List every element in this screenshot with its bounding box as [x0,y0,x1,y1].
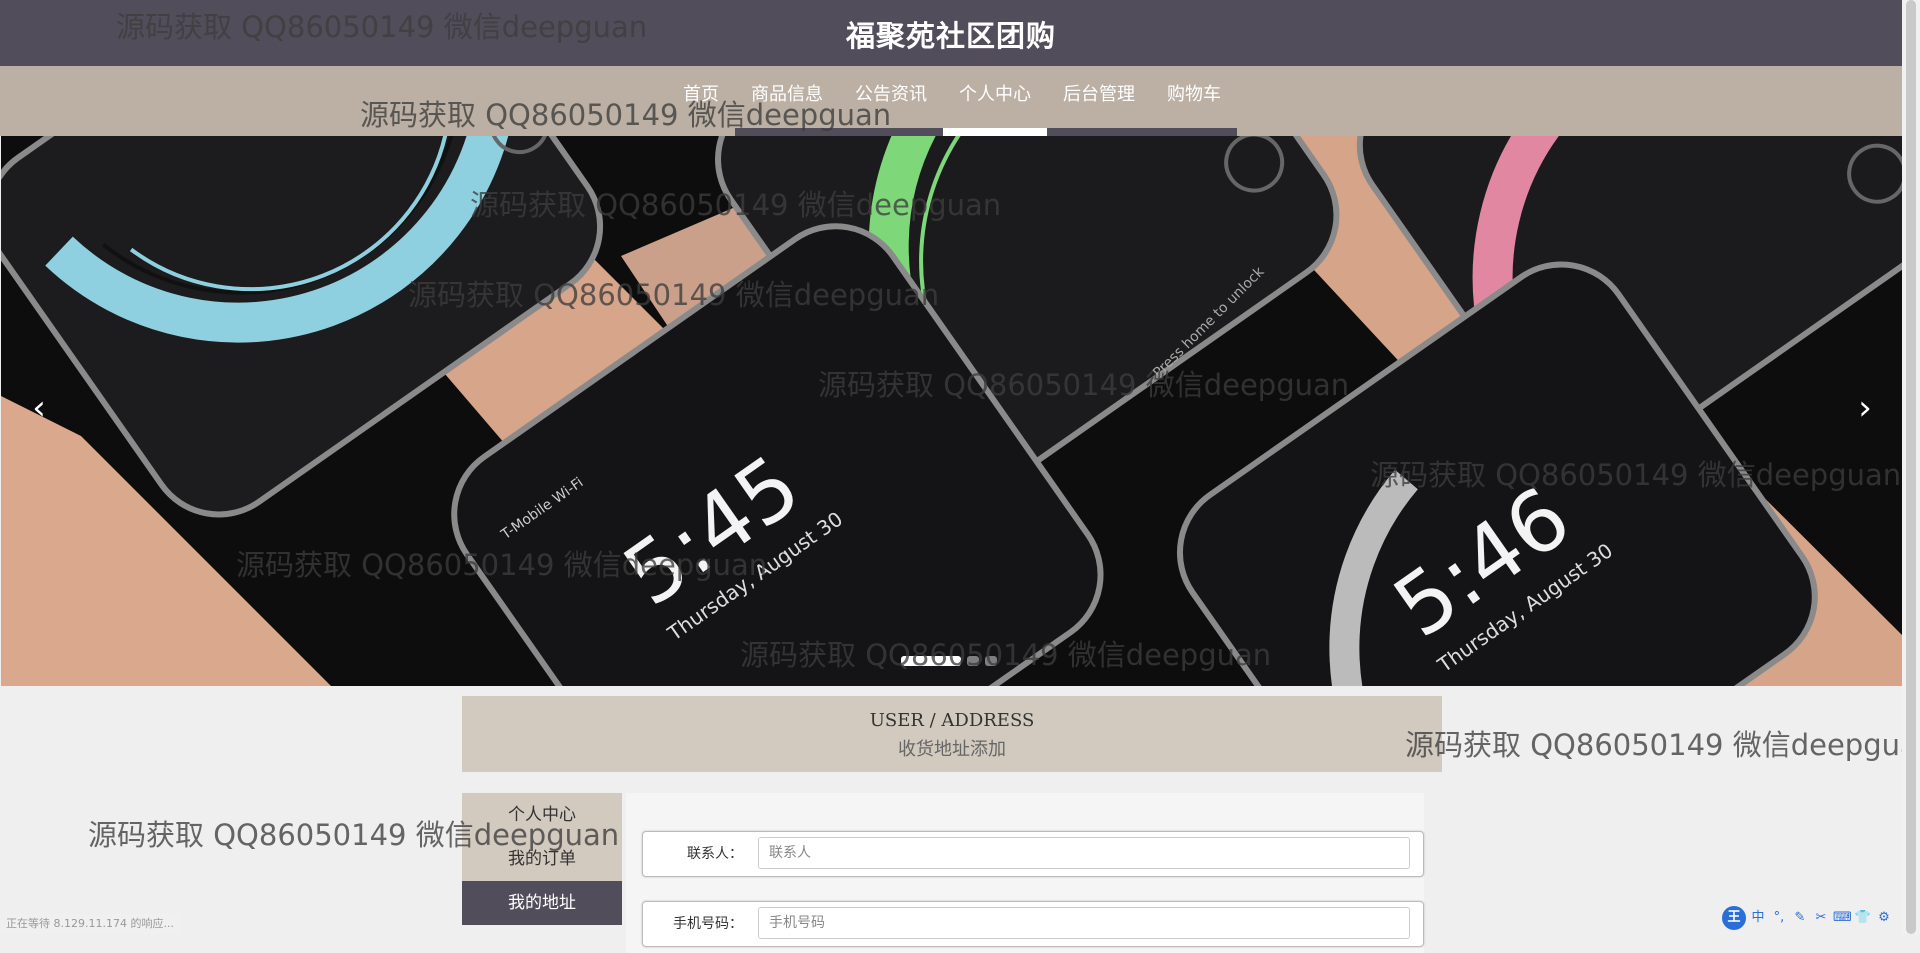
nav-item-news[interactable]: 公告资讯 [839,66,943,136]
contact-input[interactable] [758,837,1410,869]
chevron-left-icon: ‹ [32,388,46,428]
side-item-my-address[interactable]: 我的地址 [462,881,622,925]
browser-status-text: 正在等待 8.129.11.174 的响应... [0,914,180,934]
banner-carousel: 5:45 Thursday, August 30 T-Mobile Wi-Fi … [1,136,1903,686]
section-title-en: USER / ADDRESS [869,710,1035,731]
nav-item-admin[interactable]: 后台管理 [1047,66,1151,136]
carousel-prev-button[interactable]: ‹ [19,388,59,428]
main-nav: 首页 商品信息 公告资讯 个人中心 后台管理 购物车 [0,66,1902,136]
site-header: 福聚苑社区团购 [0,0,1902,66]
nav-item-home[interactable]: 首页 [667,66,735,136]
carousel-indicator-2[interactable] [967,656,979,666]
form-row-contact: 联系人： [642,831,1424,877]
ime-skin-icon[interactable]: 👕 [1854,909,1872,927]
carousel-indicator-3[interactable] [985,656,997,666]
carousel-next-button[interactable]: › [1845,388,1885,428]
ime-toolbar: 王 中 °, ✎ ✂ ⌨ 👕 ⚙ [1722,906,1893,930]
ime-scissors-icon[interactable]: ✂ [1812,909,1830,927]
address-form: 联系人： 手机号码： [626,793,1424,953]
section-header: USER / ADDRESS 收货地址添加 [462,696,1442,772]
ime-handwrite-icon[interactable]: ✎ [1791,909,1809,927]
banner-image: 5:45 Thursday, August 30 T-Mobile Wi-Fi … [1,136,1903,686]
nav-item-cart[interactable]: 购物车 [1151,66,1237,136]
section-title-zh: 收货地址添加 [898,739,1006,760]
chevron-right-icon: › [1858,388,1872,428]
phone-input[interactable] [758,907,1410,939]
carousel-indicators [901,656,997,666]
carousel-indicator-1[interactable] [901,656,961,666]
scrollbar-thumb[interactable] [1906,0,1916,934]
side-item-my-orders[interactable]: 我的订单 [462,837,622,881]
ime-punctuation-icon[interactable]: °, [1770,909,1788,927]
form-row-phone: 手机号码： [642,901,1424,947]
nav-item-products[interactable]: 商品信息 [735,66,839,136]
ime-settings-icon[interactable]: ⚙ [1875,909,1893,927]
nav-item-user-center[interactable]: 个人中心 [943,66,1047,136]
phone-label: 手机号码： [673,916,743,932]
ime-chinese-mode-icon[interactable]: 中 [1749,909,1767,927]
contact-label: 联系人： [687,846,743,862]
ime-keyboard-icon[interactable]: ⌨ [1833,909,1852,927]
side-item-user-center[interactable]: 个人中心 [462,793,622,837]
watermark: 源码获取 QQ86050149 微信deepguan [1405,728,1920,762]
site-title: 福聚苑社区团购 [845,19,1056,53]
ime-logo-icon[interactable]: 王 [1722,906,1746,930]
page-scrollbar[interactable] [1902,0,1920,934]
side-menu: 个人中心 我的订单 我的地址 [462,793,622,925]
nav-items: 首页 商品信息 公告资讯 个人中心 后台管理 购物车 [667,66,1237,136]
